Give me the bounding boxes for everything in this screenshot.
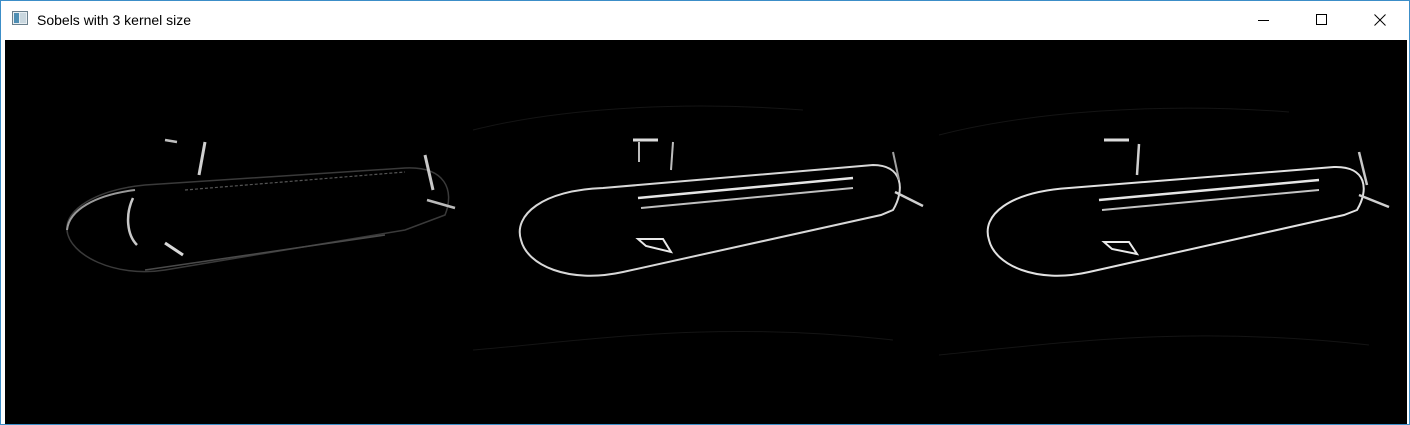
close-icon [1374, 14, 1386, 26]
image-display-area [5, 40, 1407, 424]
window-title: Sobels with 3 kernel size [37, 12, 192, 28]
minimize-button[interactable] [1235, 1, 1293, 39]
app-window-icon [12, 11, 28, 25]
close-button[interactable] [1351, 1, 1409, 39]
opencv-window: Sobels with 3 kernel size [0, 0, 1410, 425]
minimize-icon [1258, 20, 1269, 21]
title-bar[interactable]: Sobels with 3 kernel size [1, 1, 1409, 39]
maximize-icon [1316, 14, 1327, 25]
maximize-button[interactable] [1293, 1, 1351, 39]
